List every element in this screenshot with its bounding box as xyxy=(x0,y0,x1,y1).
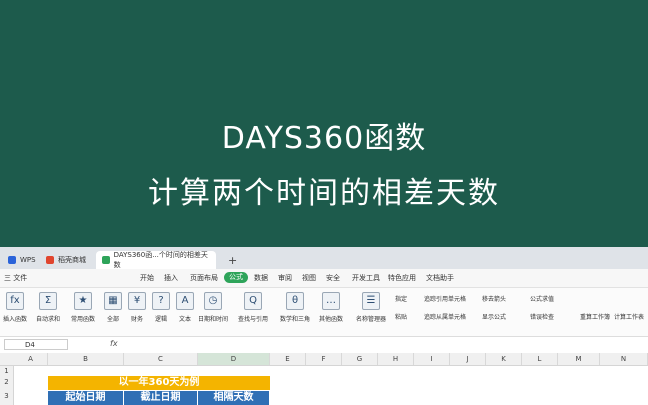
column-header-f[interactable]: F xyxy=(306,353,342,365)
tab-label: WPS xyxy=(20,256,36,264)
fx-label[interactable]: fx xyxy=(110,339,118,348)
menu-insert[interactable]: 插入 xyxy=(164,273,178,283)
row-header-2[interactable]: 2 xyxy=(0,376,14,388)
menu-view[interactable]: 视图 xyxy=(302,273,316,283)
column-header-m[interactable]: M xyxy=(558,353,600,365)
error-checking-button[interactable]: 错误检查 xyxy=(530,312,554,321)
spreadsheet-app-window: WPS 稻壳商城 DAYS360函...个时间的相差天数 + 三 文件 开始 插… xyxy=(0,247,648,405)
column-header-n[interactable]: N xyxy=(600,353,648,365)
menu-doc-assistant[interactable]: 文档助手 xyxy=(426,273,454,283)
star-icon: ★ xyxy=(74,292,92,310)
menu-page-layout[interactable]: 页面布局 xyxy=(190,273,218,283)
clock-icon: ◷ xyxy=(204,292,222,310)
column-header-e[interactable]: E xyxy=(270,353,306,365)
menu-formulas[interactable]: 公式 xyxy=(224,272,248,283)
name-box[interactable]: D4 xyxy=(4,339,68,350)
new-tab-button[interactable]: + xyxy=(222,251,243,269)
column-header-d[interactable]: D xyxy=(198,353,270,365)
remove-arrows-button[interactable]: 移去箭头 xyxy=(482,294,506,303)
tab-bar: WPS 稻壳商城 DAYS360函...个时间的相差天数 + xyxy=(0,247,648,269)
tab-label: 稻壳商城 xyxy=(58,256,86,264)
evaluate-formula-button[interactable]: 公式求值 xyxy=(530,294,554,303)
column-header-c[interactable]: C xyxy=(124,353,198,365)
fx-icon: fx xyxy=(6,292,24,310)
column-header-j[interactable]: J xyxy=(450,353,486,365)
column-label-start-date[interactable]: 起始日期 xyxy=(48,391,124,405)
calculate-sheet-button[interactable]: 计算工作表 xyxy=(614,312,644,321)
currency-icon: ¥ xyxy=(128,292,146,310)
date-time-functions-button[interactable]: ◷ 日期和时间 xyxy=(198,292,228,323)
grid-icon: ▦ xyxy=(104,292,122,310)
column-header-b[interactable]: B xyxy=(48,353,124,365)
question-icon: ? xyxy=(152,292,170,310)
math-trig-button[interactable]: θ 数学和三角 xyxy=(280,292,310,323)
column-header-i[interactable]: I xyxy=(414,353,450,365)
tab-docer-store[interactable]: 稻壳商城 xyxy=(40,251,92,269)
more-icon: … xyxy=(322,292,340,310)
column-header-l[interactable]: L xyxy=(522,353,558,365)
recalculate-workbook-button[interactable]: 重算工作簿 xyxy=(580,312,610,321)
tab-label: DAYS360函...个时间的相差天数 xyxy=(113,251,208,269)
menu-file[interactable]: 三 文件 xyxy=(4,273,27,283)
column-label-days-between[interactable]: 相隔天数 xyxy=(198,391,270,405)
formula-bar: D4 fx xyxy=(0,337,648,354)
video-title-banner: DAYS360函数 计算两个时间的相差天数 xyxy=(0,0,648,247)
trace-dependents-button[interactable]: 追踪从属单元格 xyxy=(424,312,466,321)
theta-icon: θ xyxy=(286,292,304,310)
table-header-cell[interactable]: 以一年360天为例 xyxy=(48,376,270,390)
text-functions-button[interactable]: A 文本 xyxy=(170,292,200,323)
column-header-h[interactable]: H xyxy=(378,353,414,365)
formula-ribbon: fx 插入函数 Σ 自动求和 ★ 常用函数 ▦ 全部 ¥ 财务 ? 逻辑 A 文… xyxy=(0,288,648,337)
lookup-reference-button[interactable]: Q 查找与引用 xyxy=(238,292,268,323)
insert-function-button[interactable]: fx 插入函数 xyxy=(0,292,30,323)
column-header-g[interactable]: G xyxy=(342,353,378,365)
menu-special-apps[interactable]: 特色应用 xyxy=(388,273,416,283)
text-icon: A xyxy=(176,292,194,310)
name-list-icon: ☰ xyxy=(362,292,380,310)
column-header-a[interactable]: A xyxy=(14,353,48,365)
menu-review[interactable]: 审阅 xyxy=(278,273,292,283)
sheet-grid[interactable]: 以一年360天为例 起始日期 截止日期 相隔天数 xyxy=(14,366,648,405)
other-functions-button[interactable]: … 其他函数 xyxy=(316,292,346,323)
menu-bar: 三 文件 开始 插入 页面布局 公式 数据 审阅 视图 安全 开发工具 特色应用… xyxy=(0,269,648,288)
wps-logo-icon xyxy=(8,256,16,264)
docer-logo-icon xyxy=(46,256,54,264)
column-headers: A B C D E F G H I J K L M N xyxy=(0,353,648,366)
column-header-k[interactable]: K xyxy=(486,353,522,365)
common-functions-button[interactable]: ★ 常用函数 xyxy=(68,292,98,323)
specify-button[interactable]: 指定 xyxy=(395,294,407,303)
name-manager-button[interactable]: ☰ 名称管理器 xyxy=(356,292,386,323)
tab-wps-home[interactable]: WPS xyxy=(2,251,42,269)
tab-active-document[interactable]: DAYS360函...个时间的相差天数 xyxy=(96,251,216,269)
search-icon: Q xyxy=(244,292,262,310)
menu-developer-tools[interactable]: 开发工具 xyxy=(352,273,380,283)
menu-home[interactable]: 开始 xyxy=(140,273,154,283)
trace-precedents-button[interactable]: 追踪引用单元格 xyxy=(424,294,466,303)
autosum-button[interactable]: Σ 自动求和 xyxy=(33,292,63,323)
row-header-1[interactable]: 1 xyxy=(0,366,14,376)
spreadsheet-icon xyxy=(102,256,110,264)
column-label-end-date[interactable]: 截止日期 xyxy=(124,391,198,405)
row-header-3[interactable]: 3 xyxy=(0,388,14,405)
banner-title-line-2: 计算两个时间的相差天数 xyxy=(148,176,500,211)
sigma-icon: Σ xyxy=(39,292,57,310)
banner-title-line-1: DAYS360函数 xyxy=(221,121,427,156)
show-formulas-button[interactable]: 显示公式 xyxy=(482,312,506,321)
paste-button[interactable]: 粘贴 xyxy=(395,312,407,321)
menu-security[interactable]: 安全 xyxy=(326,273,340,283)
menu-data[interactable]: 数据 xyxy=(254,273,268,283)
